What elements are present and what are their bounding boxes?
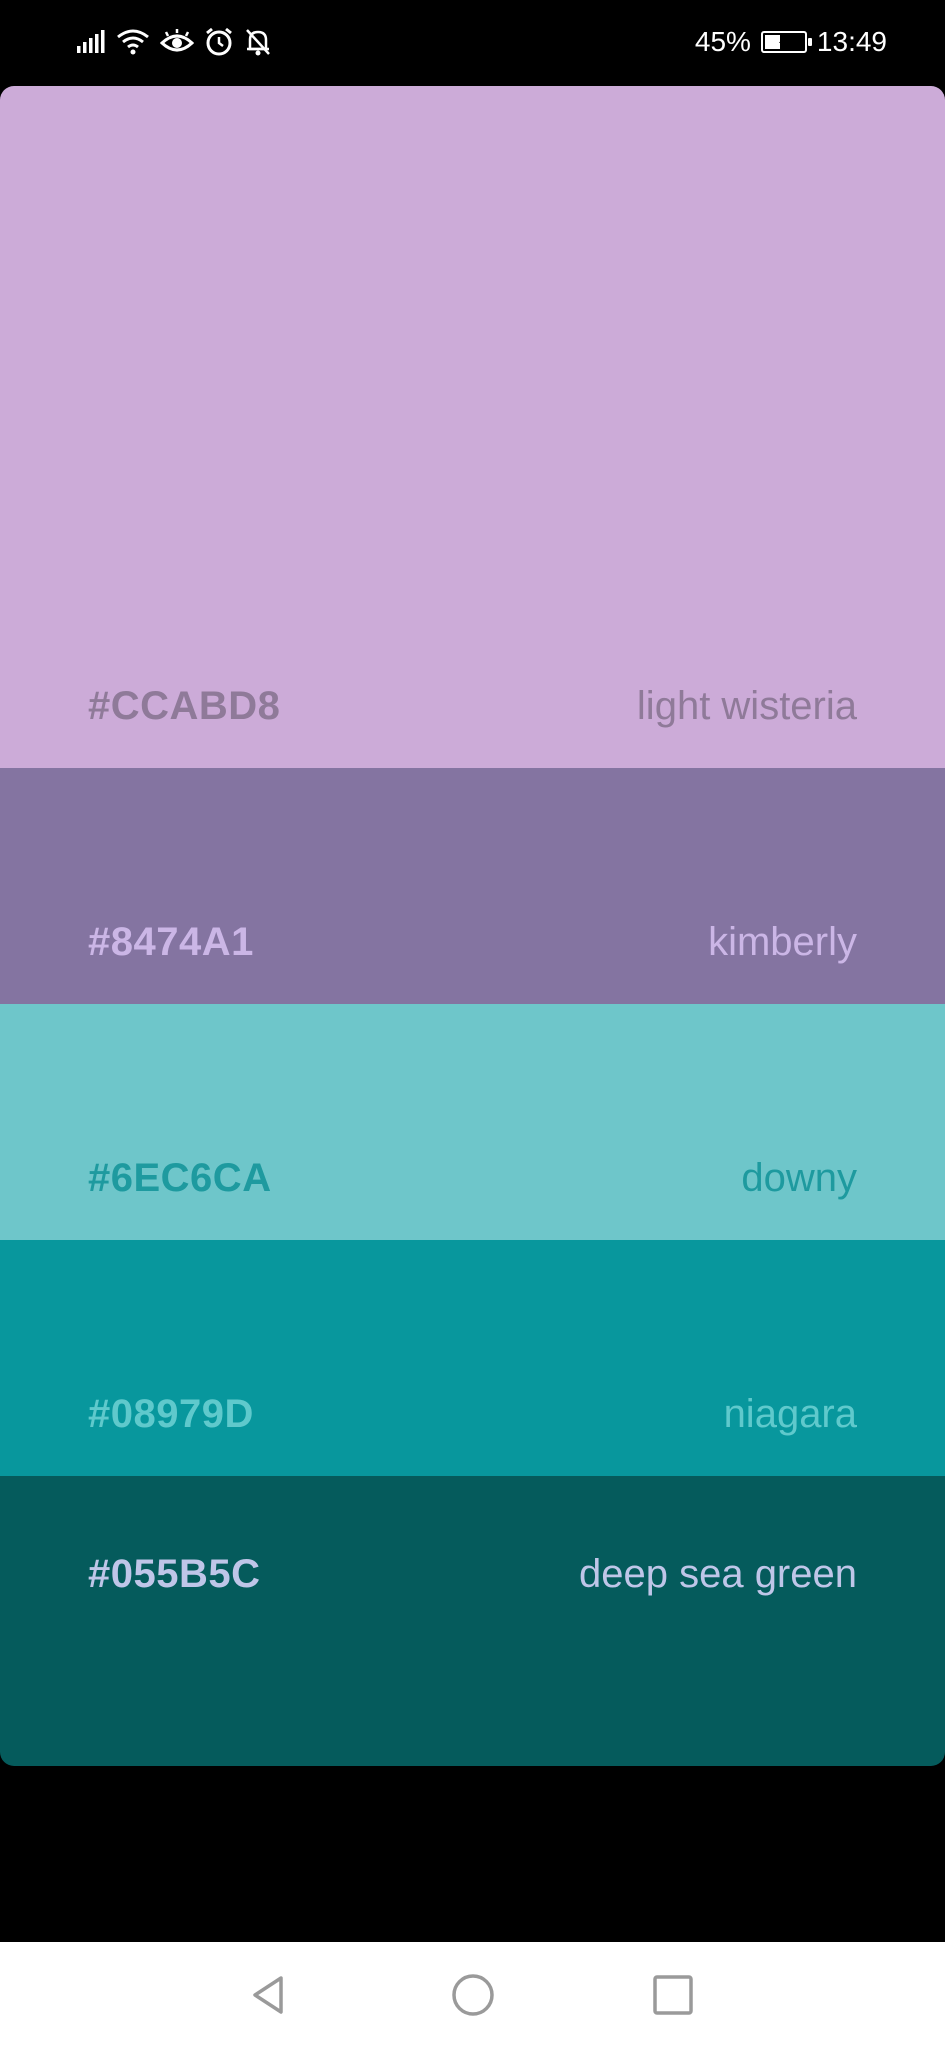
signal-icon xyxy=(77,30,105,53)
status-icons-right: 45% 13:49 xyxy=(695,22,887,62)
swatch-light-wisteria[interactable]: #CCABD8 light wisteria xyxy=(0,86,945,768)
swatch-color-name: kimberly xyxy=(708,920,857,964)
color-palette: #CCABD8 light wisteria #8474A1 kimberly … xyxy=(0,86,945,1766)
battery-percent: 45% xyxy=(694,26,751,57)
alarm-icon xyxy=(206,27,232,56)
swatch-kimberly[interactable]: #8474A1 kimberly xyxy=(0,768,945,1004)
swatch-color-name: niagara xyxy=(723,1392,857,1436)
swatch-deep-sea-green[interactable]: #055B5C deep sea green xyxy=(0,1476,945,1766)
swatch-hex[interactable]: #055B5C xyxy=(88,1552,261,1597)
swatch-hex[interactable]: #8474A1 xyxy=(88,920,254,965)
mute-notifications-icon xyxy=(246,29,270,56)
back-icon[interactable] xyxy=(245,1970,295,2020)
clock: 13:49 xyxy=(816,26,887,57)
swatch-color-name: downy xyxy=(741,1156,857,1200)
swatch-downy[interactable]: #6EC6CA downy xyxy=(0,1004,945,1240)
swatch-hex[interactable]: #6EC6CA xyxy=(88,1156,272,1201)
status-icons-left xyxy=(76,22,272,62)
swatch-niagara[interactable]: #08979D niagara xyxy=(0,1240,945,1476)
swatch-color-name: deep sea green xyxy=(578,1552,857,1596)
eye-comfort-icon xyxy=(160,29,194,52)
status-bar: 45% 13:49 xyxy=(0,0,945,84)
swatch-hex[interactable]: #CCABD8 xyxy=(88,684,280,729)
home-icon[interactable] xyxy=(448,1970,498,2020)
swatch-color-name: light wisteria xyxy=(636,684,857,728)
navigation-bar xyxy=(0,1942,945,2048)
swatch-hex[interactable]: #08979D xyxy=(88,1392,254,1437)
recent-apps-icon[interactable] xyxy=(648,1970,698,2020)
wifi-icon xyxy=(117,29,149,55)
battery-charging-icon xyxy=(760,31,812,53)
